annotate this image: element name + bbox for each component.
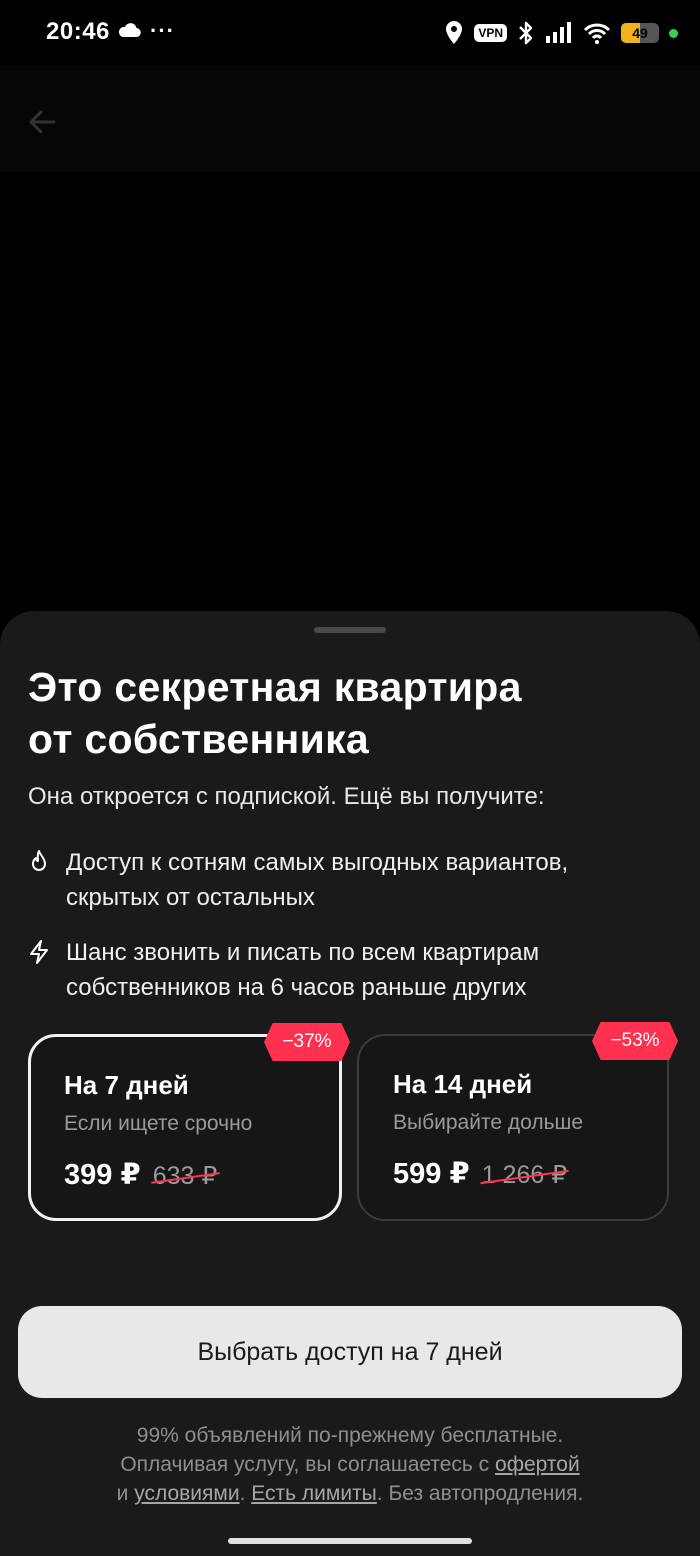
status-time: 20:46	[46, 18, 110, 45]
plan-card-7-days[interactable]: −37% На 7 дней Если ищете срочно 399 ₽ 6…	[28, 1023, 350, 1221]
limits-link[interactable]: Есть лимиты	[251, 1482, 377, 1505]
legal-text: . Без автопродления.	[376, 1482, 584, 1505]
plan-price: 399 ₽ 633 ₽	[64, 1157, 217, 1192]
plan-subtitle: Выбирайте дольше	[393, 1111, 584, 1134]
plan-title: На 14 дней	[393, 1069, 533, 1099]
discount-badge: −53%	[592, 1022, 678, 1060]
plan-card-14-days[interactable]: −53% На 14 дней Выбирайте дольше 599 ₽ 1…	[357, 1022, 678, 1221]
vpn-badge: VPN	[474, 24, 507, 42]
legal-text: .	[239, 1482, 252, 1505]
wifi-icon	[583, 23, 611, 44]
plan-price: 599 ₽ 1 266 ₽	[393, 1156, 567, 1191]
legal-line-2: Оплачивая услугу, вы соглашаетесь с офер…	[0, 1450, 700, 1479]
bluetooth-icon	[519, 21, 533, 45]
plan-title: На 7 дней	[64, 1070, 189, 1100]
select-plan-button[interactable]: Выбрать доступ на 7 дней	[18, 1306, 682, 1398]
legal-note: 99% объявлений по-прежнему бесплатные. О…	[0, 1421, 700, 1508]
legal-line-1: 99% объявлений по-прежнему бесплатные.	[136, 1424, 564, 1447]
plan-subtitle: Если ищете срочно	[64, 1112, 253, 1135]
app-bar	[0, 66, 700, 172]
title-line-1: Это секретная квартира	[28, 664, 522, 710]
feature-text-line: Доступ к сотням самых выгодных вариантов…	[66, 849, 569, 876]
feature-text-line: Шанс звонить и писать по всем квартирам	[66, 939, 540, 966]
home-indicator[interactable]	[228, 1538, 472, 1544]
title-line-2: от собственника	[28, 716, 370, 762]
arrow-left-icon[interactable]	[26, 106, 58, 138]
battery-level: 49	[632, 25, 648, 41]
cloud-icon	[118, 23, 141, 38]
current-price: 399 ₽	[64, 1159, 141, 1191]
battery-icon: 49	[621, 23, 659, 43]
legal-line-3: и условиями. Есть лимиты. Без автопродле…	[0, 1479, 700, 1508]
old-price: 633 ₽	[152, 1162, 218, 1190]
discount-badge: −37%	[264, 1023, 350, 1061]
more-notifications-icon: ···	[150, 18, 175, 43]
feature-text-line: собственников на 6 часов раньше других	[66, 974, 527, 1001]
legal-text: Оплачивая услугу, вы соглашаетесь с	[120, 1453, 496, 1476]
feature-text-line: скрытых от остальных	[66, 884, 315, 911]
subscription-bottom-sheet: Это секретная квартира от собственника О…	[0, 611, 700, 1556]
terms-link[interactable]: условиями	[134, 1482, 239, 1505]
fire-icon	[32, 850, 46, 871]
legal-text: и	[116, 1482, 135, 1505]
charging-dot-icon	[669, 28, 678, 38]
sheet-drag-handle[interactable]	[314, 627, 386, 633]
signal-icon	[546, 22, 571, 43]
status-bar: 20:46 ··· VPN 49	[0, 0, 700, 66]
lightning-icon	[30, 940, 48, 964]
sheet-subtitle: Она откроется с подпиской. Ещё вы получи…	[28, 783, 545, 810]
location-icon	[446, 21, 463, 44]
sheet-title: Это секретная квартира от собственника	[28, 661, 668, 765]
old-price: 1 266 ₽	[481, 1161, 568, 1189]
current-price: 599 ₽	[393, 1158, 470, 1190]
offer-link[interactable]: офертой	[495, 1453, 580, 1476]
